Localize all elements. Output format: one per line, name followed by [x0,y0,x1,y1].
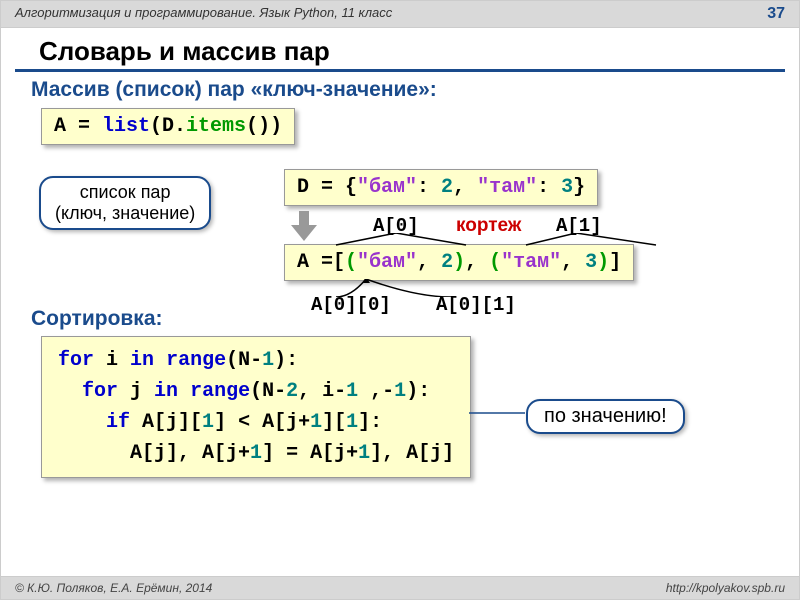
page-number: 37 [767,5,785,23]
slide-footer: © К.Ю. Поляков, Е.А. Ерёмин, 2014 http:/… [1,576,799,599]
arrow-down-icon [291,211,317,246]
code-dict: D = {"бам": 2, "там": 3} [284,169,598,206]
anno-a0: A[0] [373,215,419,237]
anno-a01: A[0][1] [436,294,516,316]
callout-by-value: по значению! [526,399,685,434]
slide-header: Алгоритмизация и программирование. Язык … [1,1,799,28]
sort-label: Сортировка: [1,301,193,337]
callout-pair-list: список пар (ключ, значение) [39,176,211,230]
anno-a1: A[1] [556,215,602,237]
footer-author: © К.Ю. Поляков, Е.А. Ерёмин, 2014 [15,581,212,595]
anno-tuple: кортеж [456,215,521,237]
code-sort: for i in range(N-1): for j in range(N-2,… [41,336,471,478]
footer-url: http://kpolyakov.spb.ru [666,581,785,595]
course-title: Алгоритмизация и программирование. Язык … [15,5,392,23]
code-list-items: A = list(D.items()) [41,108,295,145]
code-pairs-array: A =[("бам", 2), ("там", 3)] [284,244,634,281]
anno-a00: A[0][0] [311,294,391,316]
slide-title: Словарь и массив пар [15,28,785,72]
subtitle: Массив (список) пар «ключ-значение»: [1,78,799,108]
